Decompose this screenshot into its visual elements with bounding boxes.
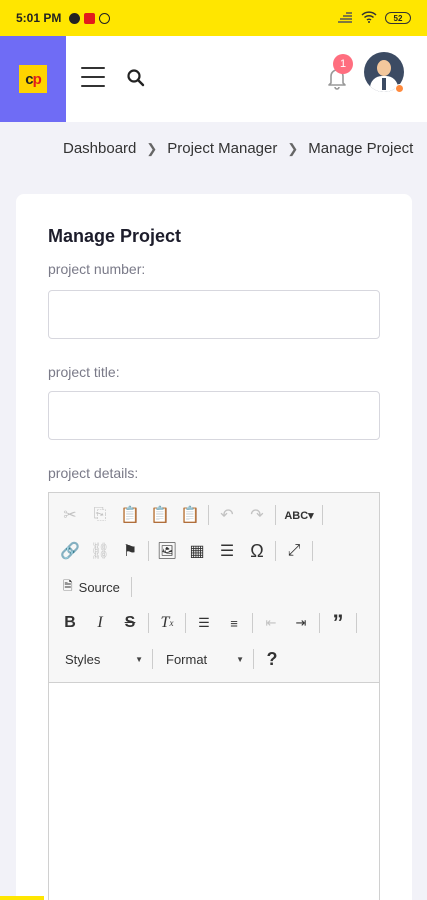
special-character-icon[interactable]: Ω: [242, 536, 272, 566]
anchor-flag-icon[interactable]: ⚑: [115, 536, 145, 566]
bulleted-list-icon[interactable]: ≡: [219, 608, 249, 638]
format-dropdown[interactable]: Format ▼: [156, 645, 250, 673]
status-time: 5:01 PM: [16, 11, 62, 25]
table-icon[interactable]: ▦: [182, 536, 212, 566]
decrease-indent-icon[interactable]: ⇤: [256, 608, 286, 638]
paste-icon[interactable]: 📋: [115, 500, 145, 530]
toolbar-row-3: 🗎 Source: [55, 569, 373, 605]
page-title: Manage Project: [48, 226, 182, 246]
help-button[interactable]: ?: [257, 644, 287, 674]
remove-format-icon[interactable]: Tx: [152, 608, 182, 638]
strikethrough-icon[interactable]: S: [115, 608, 145, 638]
signal-icon: [337, 11, 353, 26]
copy-icon[interactable]: ⎘: [85, 500, 115, 530]
bold-icon[interactable]: B: [55, 608, 85, 638]
toolbar-row-5: Styles ▼ Format ▼ ?: [55, 641, 373, 677]
logo-letter-p: p: [32, 70, 42, 88]
editor-content-area[interactable]: [49, 683, 379, 900]
facebook-icon: [69, 12, 81, 24]
menu-icon[interactable]: [81, 67, 105, 87]
paste-word-icon[interactable]: 📋: [175, 500, 205, 530]
chevron-down-icon: ▼: [236, 654, 244, 664]
image-icon[interactable]: 🖼: [152, 536, 182, 566]
chevron-right-icon: ❯: [287, 140, 299, 156]
toolbar-row-2: 🔗 ⛓ ⚑ 🖼 ▦ ☰ Ω ⤢: [55, 533, 373, 569]
chevron-right-icon: ❯: [146, 140, 158, 156]
app-header: cp 1: [0, 36, 427, 122]
rich-text-editor: ✂ ⎘ 📋 📋 📋 ↶ ↷ ABC▾ 🔗 ⛓ ⚑ 🖼 ▦ ☰ Ω ⤢ 🗎 Sou…: [48, 492, 380, 900]
numbered-list-icon[interactable]: ☰: [189, 608, 219, 638]
toolbar-row-1: ✂ ⎘ 📋 📋 📋 ↶ ↷ ABC▾: [55, 497, 373, 533]
paste-text-icon[interactable]: 📋: [145, 500, 175, 530]
logo-block[interactable]: cp: [0, 36, 66, 122]
project-title-label: project title:: [48, 364, 120, 380]
status-bar: 5:01 PM 52: [0, 0, 427, 36]
breadcrumb-project-manager[interactable]: Project Manager: [167, 140, 277, 157]
brand-logo: cp: [19, 65, 47, 93]
cut-icon[interactable]: ✂: [55, 500, 85, 530]
breadcrumb-dashboard[interactable]: Dashboard: [63, 140, 136, 157]
source-button[interactable]: 🗎 Source: [55, 572, 128, 602]
battery-icon: 52: [385, 12, 411, 24]
toolbar-row-4: B I S Tx ☰ ≡ ⇤ ⇥ ”: [55, 605, 373, 641]
styles-label: Styles: [65, 651, 101, 667]
styles-dropdown[interactable]: Styles ▼: [55, 645, 149, 673]
search-icon[interactable]: [126, 68, 146, 88]
blockquote-icon[interactable]: ”: [323, 608, 353, 638]
editor-toolbar: ✂ ⎘ 📋 📋 📋 ↶ ↷ ABC▾ 🔗 ⛓ ⚑ 🖼 ▦ ☰ Ω ⤢ 🗎 Sou…: [49, 493, 379, 683]
italic-icon[interactable]: I: [85, 608, 115, 638]
notification-badge[interactable]: 1: [333, 54, 353, 74]
source-icon: 🗎: [63, 578, 73, 593]
whatsapp-icon: [99, 12, 111, 24]
redo-icon[interactable]: ↷: [242, 500, 272, 530]
horizontal-line-icon[interactable]: ☰: [212, 536, 242, 566]
spellcheck-icon[interactable]: ABC▾: [279, 500, 319, 530]
wifi-icon: [361, 10, 377, 26]
format-label: Format: [166, 651, 208, 667]
chevron-down-icon: ▼: [135, 654, 143, 664]
maximize-icon[interactable]: ⤢: [279, 536, 309, 566]
project-number-input[interactable]: [48, 290, 380, 339]
increase-indent-icon[interactable]: ⇥: [286, 608, 316, 638]
status-notification-icons: [69, 12, 111, 24]
project-number-label: project number:: [48, 261, 146, 277]
undo-icon[interactable]: ↶: [212, 500, 242, 530]
manage-project-card: Manage Project project number: project t…: [16, 194, 412, 900]
online-status-dot: [395, 84, 404, 93]
project-details-label: project details:: [48, 465, 139, 481]
breadcrumb: Dashboard ❯ Project Manager ❯ Manage Pro…: [63, 140, 413, 157]
project-title-input[interactable]: [48, 391, 380, 440]
logo-letter-c: c: [25, 70, 33, 88]
unlink-icon[interactable]: ⛓: [85, 536, 115, 566]
app-notification-icon: [84, 12, 96, 24]
breadcrumb-manage-project: Manage Project: [308, 140, 414, 157]
source-label: Source: [78, 579, 120, 595]
bottom-accent-bar: [0, 896, 44, 900]
link-icon[interactable]: 🔗: [55, 536, 85, 566]
